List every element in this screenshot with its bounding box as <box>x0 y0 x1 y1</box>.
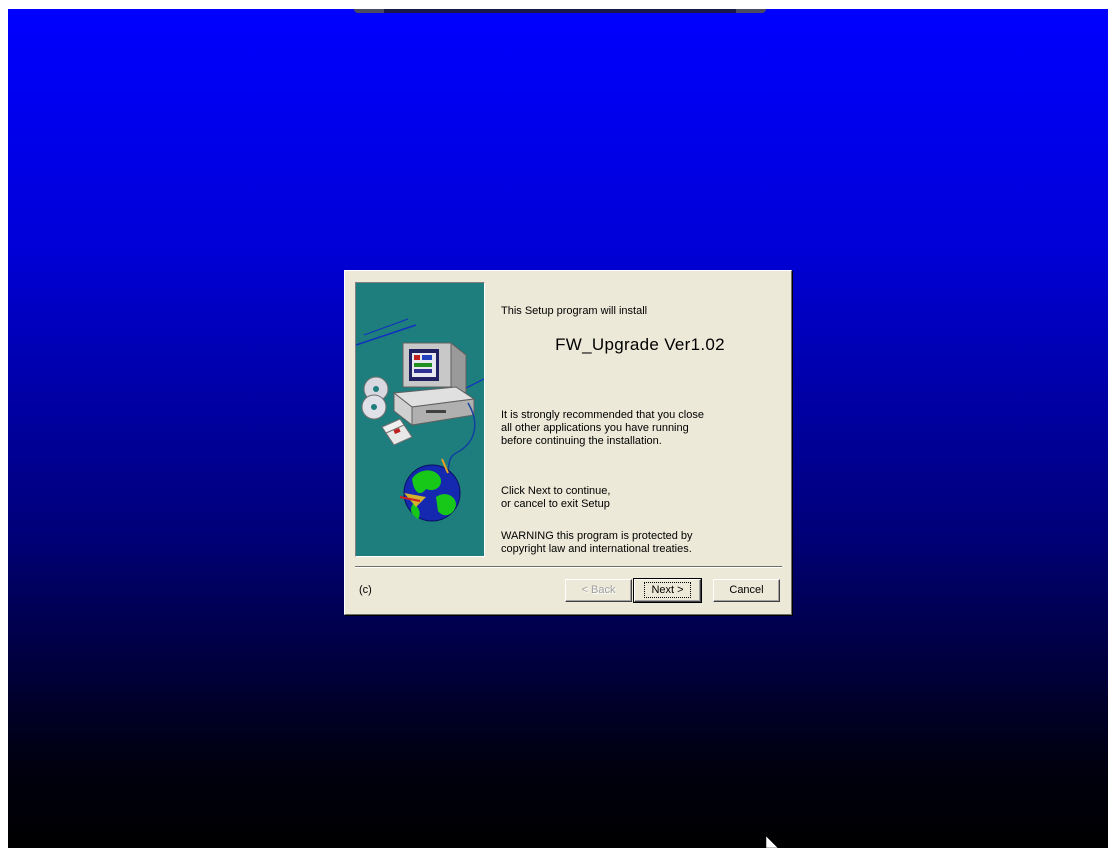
button-divider <box>355 566 782 568</box>
mouse-pointer-icon <box>766 836 779 848</box>
copyright-label: (c) <box>359 584 372 596</box>
computer-cd-globe-illustration <box>356 318 484 522</box>
cancel-button[interactable]: Cancel <box>713 579 780 602</box>
next-button-label: Next > <box>644 582 691 598</box>
product-title: FW_Upgrade Ver1.02 <box>555 335 725 354</box>
copyright-warning: WARNING this program is protected by cop… <box>501 530 693 555</box>
recommendation-text: It is strongly recommended that you clos… <box>501 409 704 447</box>
setup-illustration-panel <box>355 282 485 557</box>
back-button[interactable]: < Back <box>565 579 632 602</box>
continue-instructions: Click Next to continue, or cancel to exi… <box>501 485 611 510</box>
intro-text: This Setup program will install <box>501 305 648 317</box>
next-button[interactable]: Next > <box>633 578 702 603</box>
setup-wizard-dialog: This Setup program will install FW_Upgra… <box>344 270 792 615</box>
top-edge-bar <box>354 9 766 13</box>
desktop-background: This Setup program will install FW_Upgra… <box>8 9 1108 848</box>
